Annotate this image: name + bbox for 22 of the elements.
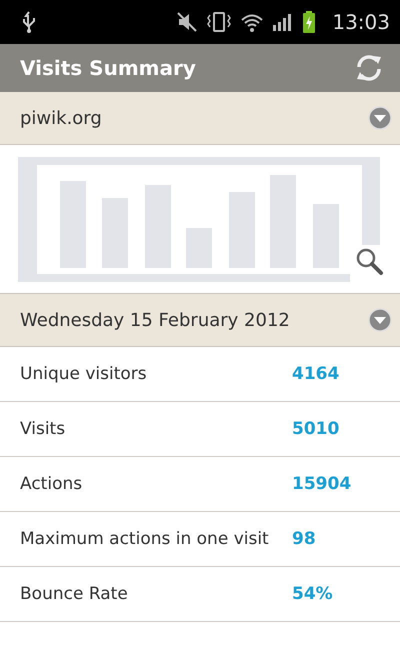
metric-value: 5010 bbox=[292, 419, 340, 439]
vibrate-icon bbox=[206, 11, 232, 33]
metric-label: Unique visitors bbox=[20, 362, 148, 386]
metric-value: 4164 bbox=[292, 364, 340, 384]
mute-icon bbox=[176, 11, 198, 33]
screen-title: Visits Summary bbox=[20, 56, 196, 80]
metric-value: 15904 bbox=[292, 474, 352, 494]
metric-label: Maximum actions in one visit bbox=[20, 528, 270, 550]
date-selector[interactable]: Wednesday 15 February 2012 bbox=[0, 294, 400, 347]
dropdown-icon bbox=[368, 106, 392, 130]
metric-value: 98 bbox=[292, 529, 316, 549]
refresh-icon[interactable] bbox=[354, 53, 384, 83]
metric-label: Bounce Rate bbox=[20, 582, 129, 606]
search-icon[interactable] bbox=[354, 246, 384, 276]
battery-icon bbox=[302, 10, 316, 34]
clock-time: 13:03 bbox=[332, 10, 390, 34]
dropdown-icon bbox=[368, 308, 392, 332]
usb-icon bbox=[22, 11, 36, 33]
metric-value: 54% bbox=[292, 584, 333, 604]
metric-label: Visits bbox=[20, 418, 66, 440]
site-selector[interactable]: piwik.org bbox=[0, 92, 400, 145]
metric-label: Actions bbox=[20, 472, 84, 496]
